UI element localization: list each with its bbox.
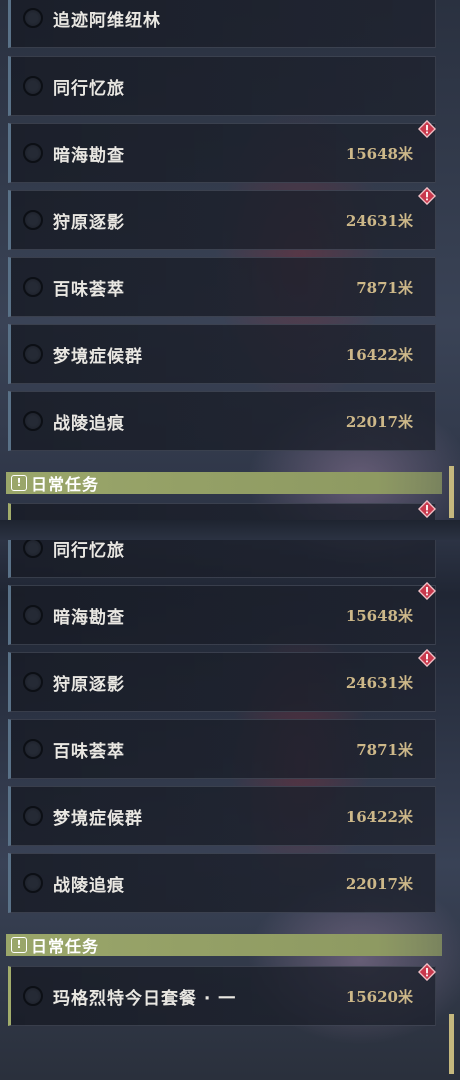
quest-track-radio[interactable] [23, 540, 43, 558]
quest-track-radio[interactable] [23, 605, 43, 625]
quest-item[interactable]: 梦境症候群 16422米 [8, 324, 436, 384]
quest-name: 梦境症候群 [53, 809, 143, 829]
alert-diamond-icon [418, 500, 436, 518]
quest-item[interactable]: 战陵追痕 22017米 [8, 391, 436, 451]
quest-distance: 15648米 [345, 145, 413, 163]
section-title: 日常任务 [31, 475, 100, 494]
quest-distance: 22017米 [345, 413, 413, 431]
quest-item[interactable]: 梦境症候群 16422米 [8, 786, 436, 846]
quest-name: 暗海勘查 [53, 608, 125, 628]
quest-distance: 15620米 [345, 988, 413, 1006]
quest-track-radio[interactable] [23, 411, 43, 431]
quest-name: 战陵追痕 [53, 876, 125, 896]
scrollbar-thumb[interactable] [449, 466, 454, 518]
quest-name: 百味荟萃 [53, 280, 125, 300]
quest-name: 百味荟萃 [53, 742, 125, 762]
quest-track-radio[interactable] [23, 210, 43, 230]
quest-distance: 24631米 [345, 674, 413, 692]
quest-item[interactable]: 百味荟萃 7871米 [8, 719, 436, 779]
quest-name: 暗海勘查 [53, 146, 125, 166]
quest-item[interactable]: 战陵追痕 22017米 [8, 853, 436, 913]
quest-item[interactable]: 暗海勘查 15648米 [8, 585, 436, 645]
quest-name: 梦境症候群 [53, 347, 143, 367]
alert-diamond-icon [418, 963, 436, 981]
quest-name: 追迹阿维纽林 [53, 11, 161, 31]
quest-track-radio[interactable] [23, 277, 43, 297]
quest-list-panel-top: 追迹阿维纽林 同行忆旅 暗海勘查 15648米 狩原逐影 24631米 百味荟萃… [0, 0, 460, 520]
exclamation-box-icon: ! [11, 475, 27, 491]
quest-distance: 15648米 [345, 607, 413, 625]
quest-item[interactable]: 暗海勘查 15648米 [8, 123, 436, 183]
quest-track-radio[interactable] [23, 986, 43, 1006]
quest-name: 同行忆旅 [53, 79, 125, 99]
quest-distance: 24631米 [345, 212, 413, 230]
quest-track-radio[interactable] [23, 344, 43, 364]
section-header-daily[interactable]: ! 日常任务 [6, 472, 442, 494]
quest-name: 同行忆旅 [53, 541, 125, 561]
quest-track-radio[interactable] [23, 8, 43, 28]
quest-track-radio[interactable] [23, 806, 43, 826]
quest-track-radio[interactable] [23, 143, 43, 163]
quest-item-partial[interactable] [8, 503, 436, 520]
quest-item[interactable]: 追迹阿维纽林 [8, 0, 436, 48]
alert-diamond-icon [418, 120, 436, 138]
alert-diamond-icon [418, 582, 436, 600]
quest-name: 狩原逐影 [53, 675, 125, 695]
quest-track-radio[interactable] [23, 672, 43, 692]
quest-name: 狩原逐影 [53, 213, 125, 233]
quest-distance: 16422米 [345, 808, 413, 826]
section-title: 日常任务 [31, 937, 100, 956]
exclamation-box-icon: ! [11, 937, 27, 953]
quest-distance: 22017米 [345, 875, 413, 893]
quest-track-radio[interactable] [23, 76, 43, 96]
quest-item[interactable]: 百味荟萃 7871米 [8, 257, 436, 317]
quest-name: 战陵追痕 [53, 414, 125, 434]
quest-distance: 7871米 [356, 279, 413, 297]
scrollbar-thumb[interactable] [449, 1014, 454, 1074]
quest-distance: 16422米 [345, 346, 413, 364]
alert-diamond-icon [418, 187, 436, 205]
quest-item[interactable]: 狩原逐影 24631米 [8, 652, 436, 712]
quest-list-panel-bottom: 同行忆旅 暗海勘查 15648米 狩原逐影 24631米 百味荟萃 7871米 … [0, 540, 460, 1080]
daily-quest-item[interactable]: 玛格烈特今日套餐 · 一 15620米 [8, 966, 436, 1026]
quest-item[interactable]: 同行忆旅 [8, 540, 436, 578]
quest-track-radio[interactable] [23, 739, 43, 759]
quest-distance: 7871米 [356, 741, 413, 759]
quest-item[interactable]: 同行忆旅 [8, 56, 436, 116]
alert-diamond-icon [418, 649, 436, 667]
section-header-daily[interactable]: ! 日常任务 [6, 934, 442, 956]
quest-track-radio[interactable] [23, 873, 43, 893]
quest-name: 玛格烈特今日套餐 · 一 [53, 989, 237, 1009]
quest-item[interactable]: 狩原逐影 24631米 [8, 190, 436, 250]
panel-divider [0, 520, 460, 540]
